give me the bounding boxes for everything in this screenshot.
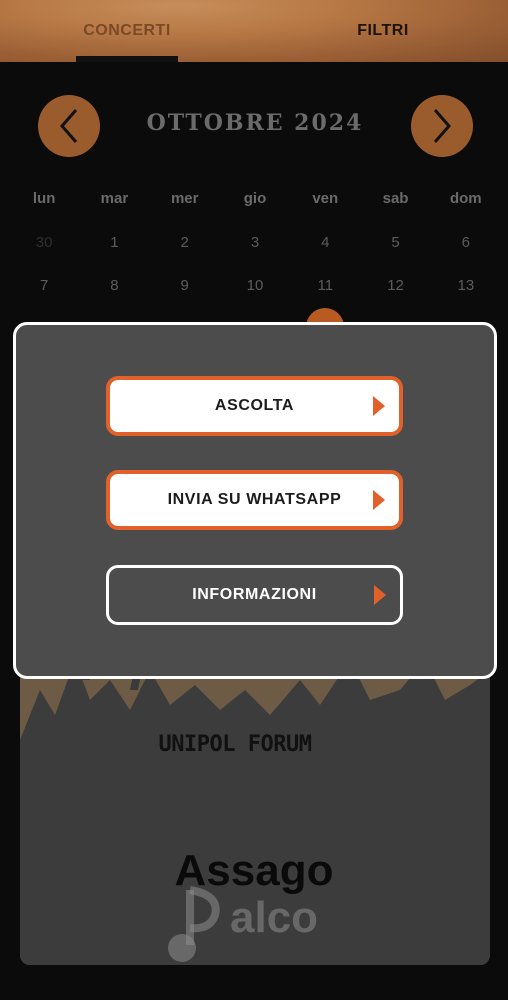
calendar-day[interactable]: 4 [290, 234, 360, 251]
weekday-label: dom [449, 190, 482, 207]
chevron-right-icon [433, 109, 451, 143]
calendar-day[interactable]: 3 [220, 234, 290, 251]
calendar-day[interactable]: 8 [79, 277, 149, 294]
calendar-day[interactable]: 2 [150, 234, 220, 251]
calendar-week: 30 1 2 3 4 5 6 [9, 234, 501, 251]
previous-month-button[interactable] [38, 95, 100, 157]
month-title: OTTOBRE 2024 [146, 110, 364, 136]
palco-logo-watermark: alco [168, 886, 318, 962]
calendar-day[interactable]: 6 [431, 234, 501, 251]
calendar-day[interactable]: 13 [431, 277, 501, 294]
next-month-button[interactable] [411, 95, 473, 157]
calendar-day[interactable]: 30 [9, 234, 79, 251]
ascolta-label: ASCOLTA [214, 397, 295, 414]
weekday-label: sab [382, 190, 409, 207]
triangle-right-icon [374, 585, 386, 605]
triangle-right-icon [373, 396, 385, 416]
ascolta-button[interactable]: ASCOLTA [106, 376, 403, 436]
whatsapp-label: INVIA SU WHATSAPP [167, 491, 342, 508]
informazioni-button[interactable]: INFORMAZIONI [106, 565, 403, 625]
weekday-label: ven [312, 190, 339, 207]
weekday-label: gio [243, 190, 267, 207]
chevron-left-icon [60, 109, 78, 143]
calendar-day[interactable]: 7 [9, 277, 79, 294]
triangle-right-icon [373, 490, 385, 510]
watermark-text: alco [230, 893, 318, 942]
active-tab-indicator [76, 56, 178, 62]
calendar-day[interactable]: 11 [290, 277, 360, 294]
weekday-label: mer [170, 190, 199, 207]
calendar-day[interactable]: 10 [220, 277, 290, 294]
calendar-week: 7 8 9 10 11 12 13 [9, 277, 501, 294]
weekday-label: mar [100, 190, 129, 207]
calendar-day[interactable]: 5 [360, 234, 430, 251]
informazioni-label: INFORMAZIONI [192, 586, 317, 603]
whatsapp-button[interactable]: INVIA SU WHATSAPP [106, 470, 403, 530]
tab-filtri[interactable]: FILTRI [328, 0, 438, 62]
weekday-label: lun [32, 190, 56, 207]
venue-name: UNIPOL FORUM [158, 732, 312, 757]
weekday-header: lun mar mer gio ven sab dom [9, 190, 501, 207]
calendar-day[interactable]: 9 [150, 277, 220, 294]
calendar-day[interactable]: 1 [79, 234, 149, 251]
tab-bar: CONCERTI FILTRI [0, 0, 508, 62]
tab-concerti[interactable]: CONCERTI [76, 0, 178, 62]
calendar-day[interactable]: 12 [360, 277, 430, 294]
